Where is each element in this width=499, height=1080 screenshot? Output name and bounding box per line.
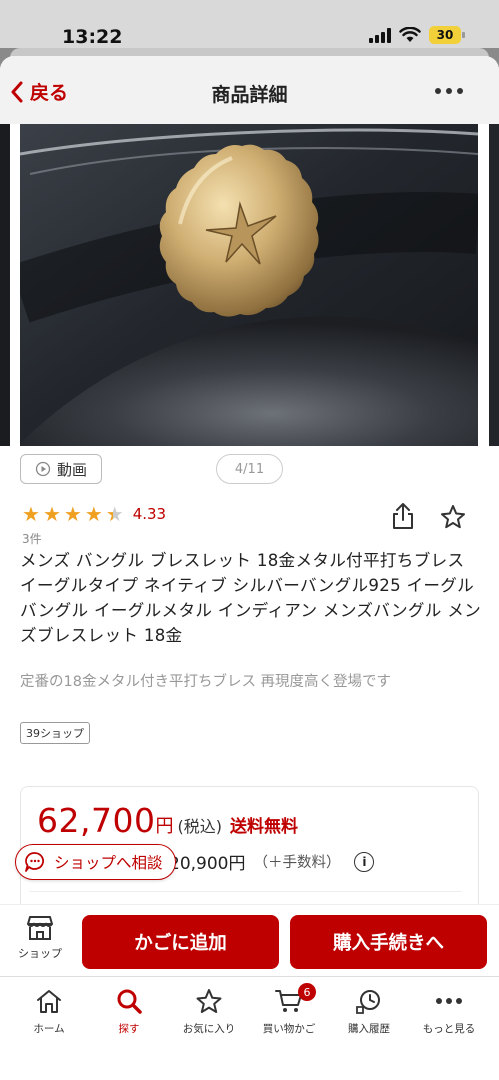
tab-label: お気に入り — [182, 1023, 236, 1035]
purchase-action-bar: ショップ かごに追加 購入手続きへ — [0, 904, 499, 976]
consult-shop-button[interactable]: ショップへ相談 — [15, 844, 176, 880]
installment-price: 20,900円 （＋手数料） i — [169, 849, 375, 874]
tab-search[interactable]: 探す — [89, 987, 169, 1036]
status-bar: 13:22 30 — [0, 0, 499, 48]
tab-favorites[interactable]: お気に入り — [169, 987, 249, 1036]
review-count[interactable]: 3件 — [22, 530, 42, 547]
chat-icon — [25, 852, 44, 872]
half-star-icon: ★ — [105, 502, 124, 526]
consult-label: ショップへ相談 — [54, 854, 163, 872]
product-sheet: 戻る 商品詳細 動画 4/11 ★ ★ ★ ★ ★ 4.33 3件 メンズ バン… — [0, 56, 499, 1080]
tab-label: もっと見る — [422, 1023, 476, 1035]
more-options-button[interactable] — [435, 88, 463, 94]
shop-label: ショップ — [18, 947, 62, 960]
free-shipping-label: 送料無料 — [229, 817, 298, 837]
tab-label: 買い物かご — [262, 1023, 316, 1035]
star-icon: ★ — [63, 502, 82, 526]
price-amount: 62,700 — [37, 801, 156, 840]
price-row: 62,700 円 (税込) 送料無料 — [37, 801, 298, 840]
star-icon: ★ — [22, 502, 40, 526]
history-icon — [356, 990, 380, 1014]
share-icon — [393, 503, 413, 529]
image-page-indicator: 4/11 — [216, 454, 283, 484]
checkout-button[interactable]: 購入手続きへ — [290, 915, 487, 969]
installment-fee: （＋手数料） — [253, 855, 341, 871]
tab-bar: ホーム 探す お気に入り 6 買い物かご 購入履歴 もっと見る — [0, 976, 499, 1080]
installment-amount: 20,900円 — [169, 854, 246, 874]
next-photo-peek[interactable] — [489, 124, 499, 446]
product-title: メンズ バングル ブレスレット 18金メタル付平打ちブレス イーグルタイプ ネイ… — [20, 551, 482, 645]
tab-history[interactable]: 購入履歴 — [329, 987, 409, 1036]
favorite-button[interactable] — [440, 504, 466, 534]
play-icon — [35, 461, 51, 477]
price-tax-label: (税込) — [177, 817, 222, 836]
tab-label: 購入履歴 — [348, 1023, 390, 1035]
tab-more[interactable]: もっと見る — [409, 987, 489, 1036]
shop-badge: 39ショップ — [20, 722, 90, 744]
info-icon[interactable]: i — [354, 851, 375, 872]
more-icon — [436, 998, 462, 1004]
video-button[interactable]: 動画 — [20, 454, 102, 484]
divider — [29, 891, 462, 892]
back-label: 戻る — [30, 82, 69, 104]
video-label: 動画 — [56, 460, 87, 479]
star-outline-icon — [441, 505, 465, 529]
image-gallery[interactable]: 動画 4/11 — [0, 124, 499, 502]
rating[interactable]: ★ ★ ★ ★ ★ 4.33 — [22, 504, 166, 524]
wifi-icon — [399, 27, 421, 42]
product-image — [20, 124, 478, 446]
previous-photo-peek[interactable] — [0, 124, 10, 446]
shop-button[interactable]: ショップ — [14, 915, 66, 961]
tab-label: 探す — [118, 1023, 140, 1035]
signal-icon — [369, 27, 391, 43]
add-to-cart-button[interactable]: かごに追加 — [82, 915, 279, 969]
star-icon: ★ — [42, 502, 61, 526]
page-title: 商品詳細 — [211, 84, 288, 106]
tab-home[interactable]: ホーム — [9, 987, 89, 1036]
tab-cart[interactable]: 6 買い物かご — [249, 983, 329, 1036]
tab-label: ホーム — [33, 1023, 65, 1035]
product-subtitle: 定番の18金メタル付き平打ちブレス 再現度高く登場です — [20, 674, 392, 690]
cart-count-badge: 6 — [298, 983, 316, 1001]
battery-icon: 30 — [429, 26, 465, 44]
chevron-left-icon — [11, 81, 23, 102]
nav-bar: 戻る 商品詳細 — [0, 56, 499, 124]
home-icon — [37, 990, 61, 1013]
share-button[interactable] — [392, 502, 414, 534]
shop-icon — [27, 916, 53, 940]
star-icon: ★ — [84, 502, 103, 526]
star-icon — [196, 989, 222, 1013]
price-yen: 円 — [155, 816, 174, 837]
product-photo[interactable] — [20, 124, 478, 446]
status-time: 13:22 — [62, 26, 123, 48]
back-button[interactable]: 戻る — [10, 78, 68, 105]
status-icons: 30 — [369, 26, 465, 44]
rating-value: 4.33 — [132, 505, 167, 523]
search-icon — [117, 989, 142, 1014]
